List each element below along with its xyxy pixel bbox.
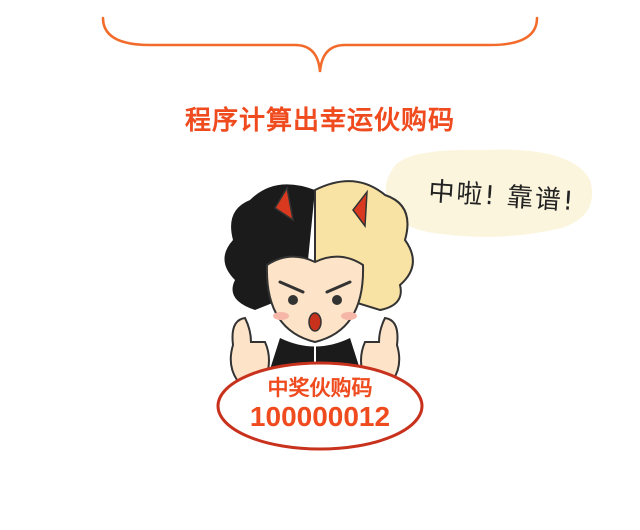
page-title: 程序计算出幸运伙购码 — [184, 106, 455, 136]
badge-title: 中奖伙购码 — [267, 376, 373, 400]
curly-brace-divider — [101, 16, 539, 73]
badge-number: 100000012 — [249, 401, 391, 432]
